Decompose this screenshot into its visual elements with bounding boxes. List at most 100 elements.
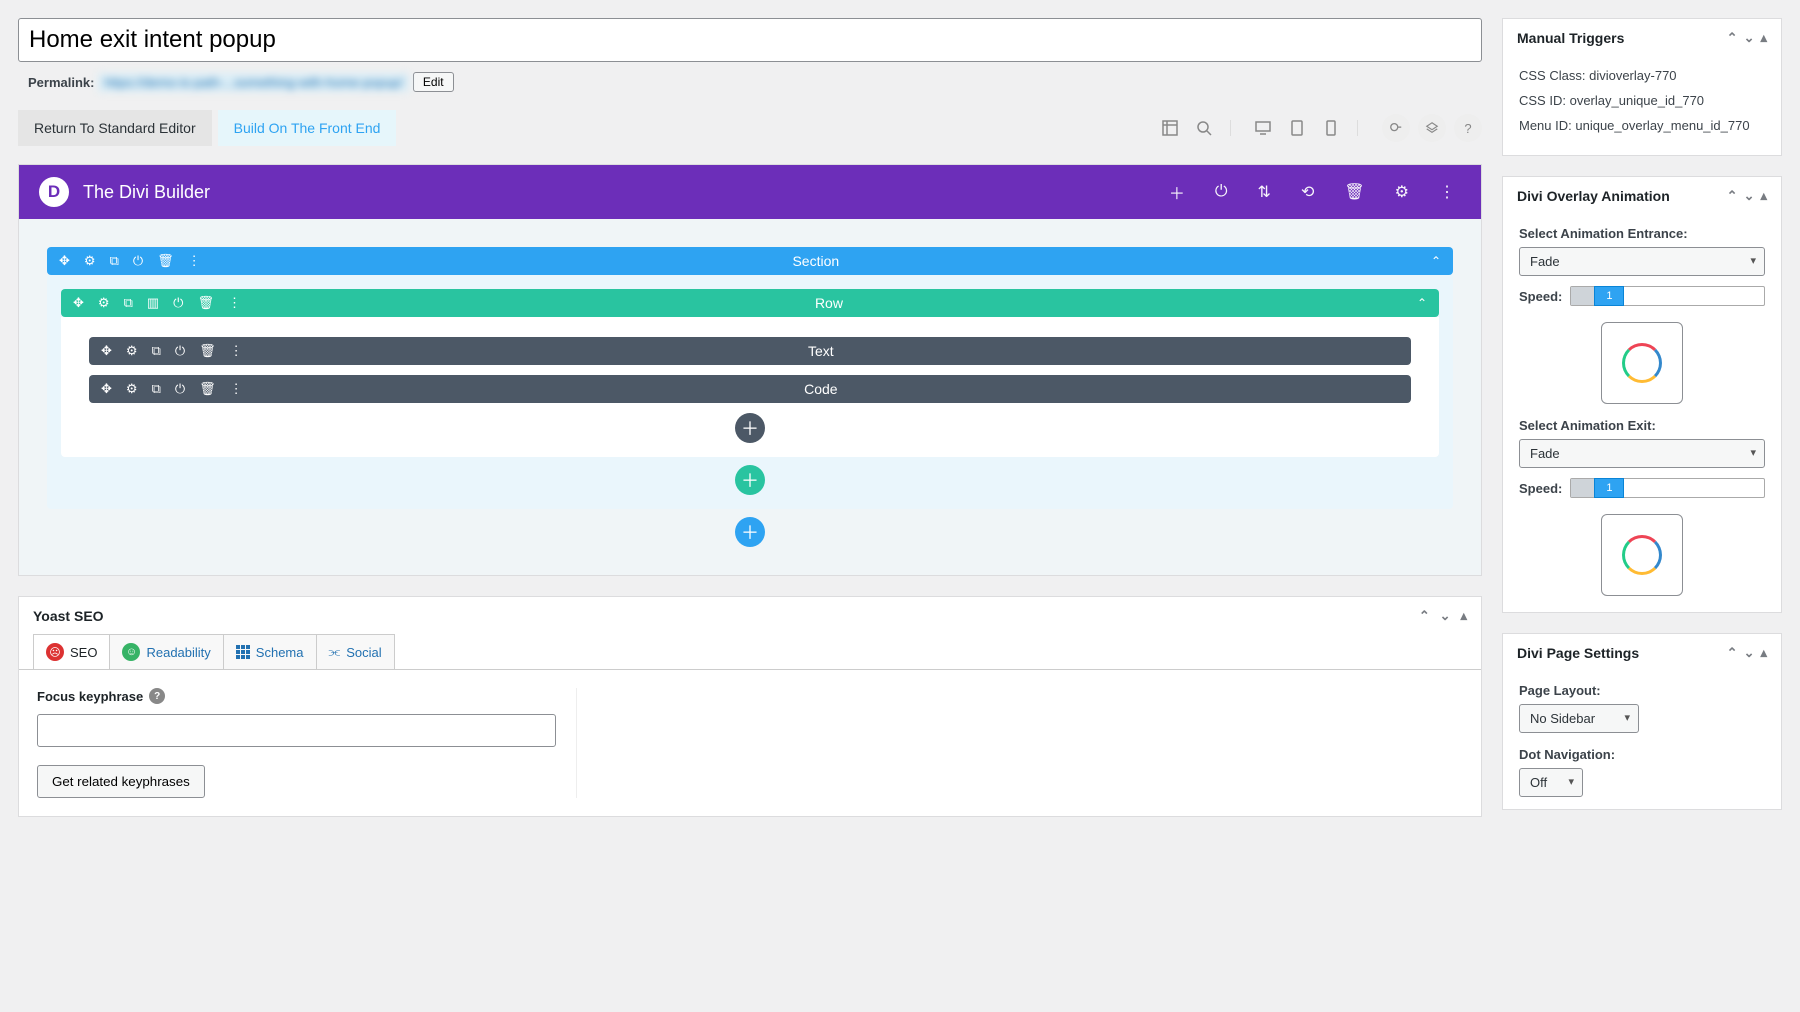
gear-icon[interactable]: ⚙ <box>84 253 96 269</box>
power-icon[interactable]: ⏻ <box>175 343 185 359</box>
collapse-triangle-icon[interactable]: ▴ <box>1760 645 1767 660</box>
exit-select[interactable]: Fade <box>1519 439 1765 468</box>
section-icons: ✥ ⚙ ⧉ ⏻ 🗑 ⋮ <box>59 253 201 269</box>
tab-readability[interactable]: ☺ Readability <box>109 634 223 669</box>
history-icon[interactable]: ⟲ <box>1301 182 1314 202</box>
chevron-down-icon[interactable]: ⌄ <box>1744 30 1755 45</box>
yoast-header: Yoast SEO ⌃ ⌄ ▴ <box>19 597 1481 634</box>
trash-icon[interactable]: 🗑 <box>199 343 216 359</box>
more-vertical-icon[interactable]: ⋮ <box>228 295 241 311</box>
row-label: Row <box>241 295 1417 311</box>
dot-nav-label: Dot Navigation: <box>1519 747 1765 762</box>
more-vertical-icon[interactable]: ⋮ <box>188 253 201 269</box>
duplicate-icon[interactable]: ⧉ <box>124 295 133 311</box>
chevron-down-icon[interactable]: ⌄ <box>1440 608 1451 623</box>
module-code[interactable]: ✥ ⚙ ⧉ ⏻ 🗑 ⋮ Code <box>89 375 1411 403</box>
phone-view-icon[interactable] <box>1323 120 1339 136</box>
layers-icon[interactable] <box>1382 114 1410 142</box>
divi-builder-title: The Divi Builder <box>83 182 210 203</box>
yoast-title: Yoast SEO <box>33 608 104 624</box>
chevron-up-icon[interactable]: ⌃ <box>1727 188 1738 203</box>
collapse-triangle-icon[interactable]: ▴ <box>1760 188 1767 203</box>
entrance-select[interactable]: Fade <box>1519 247 1765 276</box>
get-related-keyphrases-button[interactable]: Get related keyphrases <box>37 765 205 798</box>
tablet-view-icon[interactable] <box>1289 120 1305 136</box>
post-title-input[interactable] <box>18 18 1482 62</box>
module-icons: ✥ ⚙ ⧉ ⏻ 🗑 ⋮ <box>101 381 243 397</box>
build-frontend-button[interactable]: Build On The Front End <box>218 110 397 146</box>
permalink-edit-button[interactable]: Edit <box>413 72 454 92</box>
settings-gear-icon[interactable]: ⚙ <box>1395 182 1409 202</box>
add-row-button[interactable]: ＋ <box>735 465 765 495</box>
collapse-triangle-icon[interactable]: ▴ <box>1460 608 1467 623</box>
trash-icon[interactable]: 🗑 <box>1344 182 1364 202</box>
permalink-label: Permalink: <box>28 75 94 90</box>
module-text[interactable]: ✥ ⚙ ⧉ ⏻ 🗑 ⋮ Text <box>89 337 1411 365</box>
move-icon[interactable]: ✥ <box>59 253 70 269</box>
help-circle-icon[interactable]: ? <box>149 688 165 704</box>
duplicate-icon[interactable]: ⧉ <box>152 343 161 359</box>
exit-preview <box>1601 514 1683 596</box>
return-standard-editor-button[interactable]: Return To Standard Editor <box>18 110 212 146</box>
trash-icon[interactable]: 🗑 <box>199 381 216 397</box>
duplicate-icon[interactable]: ⧉ <box>110 253 119 269</box>
tab-seo[interactable]: ☹ SEO <box>33 634 110 669</box>
entrance-speed-slider[interactable]: 1 <box>1570 286 1765 306</box>
row-bar[interactable]: ✥ ⚙ ⧉ ▥ ⏻ 🗑 ⋮ Row ⌃ <box>61 289 1439 317</box>
css-id-line: CSS ID: overlay_unique_id_770 <box>1519 93 1765 108</box>
tab-schema[interactable]: Schema <box>223 634 317 669</box>
chevron-up-icon[interactable]: ⌃ <box>1419 608 1430 623</box>
stack-icon[interactable] <box>1418 114 1446 142</box>
focus-keyphrase-input[interactable] <box>37 714 556 747</box>
tab-social[interactable]: ⫘ Social <box>316 634 395 669</box>
gear-icon[interactable]: ⚙ <box>98 295 110 311</box>
zoom-icon[interactable] <box>1196 120 1212 136</box>
module-code-label: Code <box>243 381 1399 397</box>
overlay-animation-panel: Divi Overlay Animation ⌃⌄▴ Select Animat… <box>1502 176 1782 613</box>
chevron-up-icon[interactable]: ⌃ <box>1727 645 1738 660</box>
columns-icon[interactable]: ▥ <box>147 295 159 311</box>
dot-nav-select[interactable]: Off <box>1519 768 1583 797</box>
chevron-down-icon[interactable]: ⌄ <box>1744 188 1755 203</box>
more-vertical-icon[interactable]: ⋮ <box>1439 182 1455 202</box>
css-class-line: CSS Class: divioverlay-770 <box>1519 68 1765 83</box>
exit-speed-slider[interactable]: 1 <box>1570 478 1765 498</box>
slider-handle[interactable]: 1 <box>1594 286 1624 306</box>
manual-triggers-panel: Manual Triggers ⌃⌄▴ CSS Class: divioverl… <box>1502 18 1782 156</box>
gear-icon[interactable]: ⚙ <box>126 343 138 359</box>
add-icon[interactable]: ＋ <box>1169 180 1185 204</box>
power-icon[interactable]: ⏻ <box>1215 183 1228 201</box>
menu-id-line: Menu ID: unique_overlay_menu_id_770 <box>1519 118 1765 133</box>
wireframe-view-icon[interactable] <box>1162 120 1178 136</box>
move-icon[interactable]: ✥ <box>73 295 84 311</box>
yoast-tabs: ☹ SEO ☺ Readability Schema ⫘ Social <box>19 634 1481 670</box>
add-module-button[interactable]: ＋ <box>735 413 765 443</box>
gear-icon[interactable]: ⚙ <box>126 381 138 397</box>
sort-icon[interactable]: ⇅ <box>1258 182 1271 202</box>
divi-builder-header: D The Divi Builder ＋ ⏻ ⇅ ⟲ 🗑 ⚙ ⋮ <box>19 165 1481 219</box>
chevron-down-icon[interactable]: ⌄ <box>1744 645 1755 660</box>
chevron-up-icon[interactable]: ⌃ <box>1417 296 1427 310</box>
more-vertical-icon[interactable]: ⋮ <box>230 381 243 397</box>
duplicate-icon[interactable]: ⧉ <box>152 381 161 397</box>
add-section-button[interactable]: ＋ <box>735 517 765 547</box>
help-icon[interactable]: ? <box>1454 114 1482 142</box>
power-icon[interactable]: ⏻ <box>133 253 143 269</box>
chevron-up-icon[interactable]: ⌃ <box>1727 30 1738 45</box>
permalink-url[interactable]: https://demo-is-path-...something-with-h… <box>98 73 408 92</box>
slider-handle[interactable]: 1 <box>1594 478 1624 498</box>
collapse-triangle-icon[interactable]: ▴ <box>1760 30 1767 45</box>
trash-icon[interactable]: 🗑 <box>197 295 214 311</box>
move-icon[interactable]: ✥ <box>101 381 112 397</box>
trash-icon[interactable]: 🗑 <box>157 253 174 269</box>
power-icon[interactable]: ⏻ <box>173 295 183 311</box>
device-preview-group <box>1255 120 1358 136</box>
move-icon[interactable]: ✥ <box>101 343 112 359</box>
entrance-label: Select Animation Entrance: <box>1519 226 1765 241</box>
section-bar[interactable]: ✥ ⚙ ⧉ ⏻ 🗑 ⋮ Section ⌃ <box>47 247 1453 275</box>
more-vertical-icon[interactable]: ⋮ <box>230 343 243 359</box>
power-icon[interactable]: ⏻ <box>175 381 185 397</box>
desktop-view-icon[interactable] <box>1255 120 1271 136</box>
page-layout-select[interactable]: No Sidebar <box>1519 704 1639 733</box>
chevron-up-icon[interactable]: ⌃ <box>1431 254 1441 268</box>
